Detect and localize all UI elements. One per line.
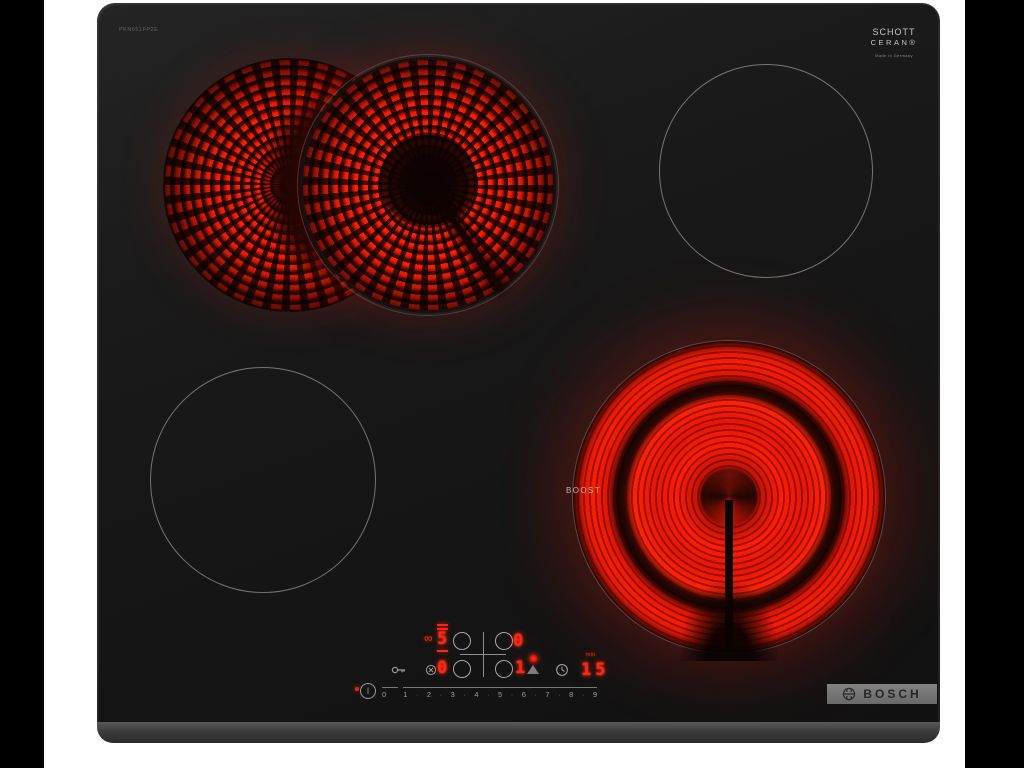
cooktop: PKN651FP2E SCHOTT CERAN® Made in Germany	[97, 3, 940, 743]
schott-ceran-print: SCHOTT CERAN® Made in Germany	[861, 27, 927, 58]
selector-front-left[interactable]	[453, 660, 471, 678]
slider-level-3[interactable]: 3	[451, 690, 455, 699]
schott-line2: CERAN®	[861, 38, 927, 47]
zone-rear-right	[659, 64, 873, 278]
selector-front-right[interactable]	[495, 660, 513, 678]
heat-limiter-rod	[426, 183, 505, 292]
slider-level-2[interactable]: 2	[427, 690, 431, 699]
model-number: PKN651FP2E	[119, 27, 158, 33]
slider-track	[382, 687, 398, 688]
slider-separator: ·	[440, 690, 443, 699]
slider-level-6[interactable]: 6	[522, 690, 526, 699]
slider-level-1[interactable]: 1	[403, 690, 407, 699]
slider-separator: ·	[534, 690, 537, 699]
residual-heat-triangle-icon	[527, 665, 539, 674]
slider-level-5[interactable]: 5	[498, 690, 502, 699]
slider-track	[403, 687, 597, 688]
timer-display: 15	[581, 662, 609, 679]
letterbox-left	[0, 0, 44, 768]
boost-label: BOOST	[566, 486, 601, 495]
element-connector-shadow	[681, 583, 777, 661]
extension-indicator-bar	[437, 624, 448, 626]
slider-separator: ·	[558, 690, 561, 699]
ceramic-glass-surface: PKN651FP2E SCHOTT CERAN® Made in Germany	[97, 3, 940, 722]
wipe-protection-icon[interactable]	[425, 664, 437, 676]
power-slider[interactable]: 0 1 · 2 · 3 · 4 · 5 · 6 · 7 · 8 · 9	[382, 689, 597, 699]
schott-line3: Made in Germany	[861, 53, 927, 58]
dual-circuit-indicator[interactable]	[529, 654, 538, 663]
timer-unit-label: min	[586, 652, 596, 658]
child-lock-key-icon[interactable]	[391, 664, 407, 676]
slider-level-8[interactable]: 8	[569, 690, 573, 699]
zone-front-left	[150, 367, 376, 593]
standby-indicator	[355, 687, 359, 691]
zone-cross-divider	[460, 654, 506, 655]
selector-rear-right[interactable]	[495, 632, 513, 650]
brand-plate: BOSCH	[827, 684, 937, 704]
slider-level-7[interactable]: 7	[545, 690, 549, 699]
selector-rear-left[interactable]	[453, 632, 471, 650]
extended-zone-icon: ∞	[424, 632, 433, 644]
display-rear-left: 5	[437, 631, 447, 648]
slider-separator: ·	[487, 690, 490, 699]
front-trim-bar	[97, 722, 940, 743]
slider-separator: ·	[416, 690, 419, 699]
slider-level-0[interactable]: 0	[382, 690, 386, 699]
display-front-left: 0	[437, 660, 447, 677]
bosch-armature-icon	[842, 687, 856, 701]
heat-limiter-shadow	[380, 132, 476, 228]
slider-separator: ·	[463, 690, 466, 699]
slider-level-4[interactable]: 4	[474, 690, 478, 699]
schott-line1: SCHOTT	[861, 27, 927, 38]
slider-separator: ·	[582, 690, 585, 699]
display-front-right: 1	[515, 660, 525, 677]
zone-rear-left-main	[300, 57, 556, 313]
brand-name: BOSCH	[863, 687, 921, 701]
product-photo: PKN651FP2E SCHOTT CERAN® Made in Germany	[0, 0, 1024, 768]
timer-clock-icon[interactable]	[555, 663, 569, 677]
power-button[interactable]: I	[360, 683, 376, 699]
slider-separator: ·	[511, 690, 514, 699]
display-rear-right: 0	[513, 633, 523, 650]
zone-front-right-boost	[572, 340, 886, 654]
slider-level-9[interactable]: 9	[593, 690, 597, 699]
letterbox-right	[965, 0, 1024, 768]
extension-indicator-bar	[437, 650, 448, 652]
